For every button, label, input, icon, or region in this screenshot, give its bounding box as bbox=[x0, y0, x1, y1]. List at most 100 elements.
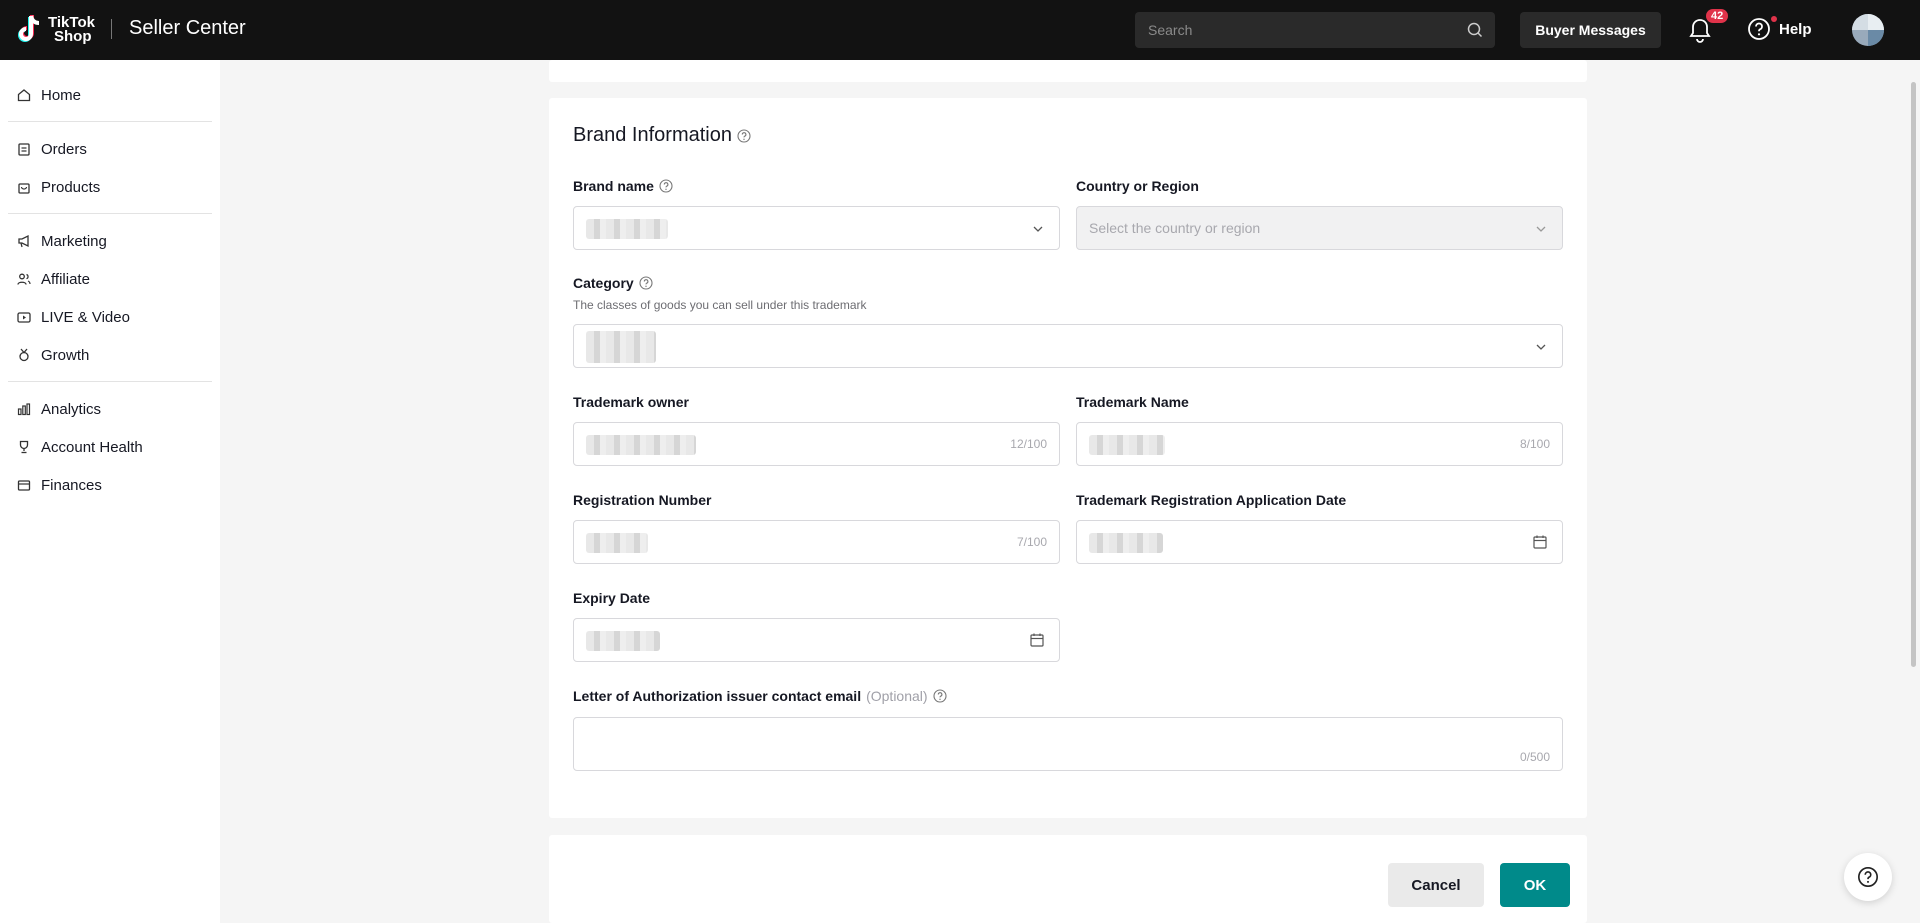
ok-button[interactable]: OK bbox=[1500, 863, 1570, 907]
optional-tag: (Optional) bbox=[866, 688, 928, 704]
help-circle-icon bbox=[1858, 867, 1878, 887]
email-textarea[interactable]: 0/500 bbox=[573, 717, 1563, 771]
sidebar-item-live-video[interactable]: LIVE & Video bbox=[0, 298, 220, 336]
registration-number-input[interactable]: 7/100 bbox=[573, 520, 1060, 564]
redacted-value bbox=[1089, 435, 1165, 455]
char-counter: 8/100 bbox=[1519, 437, 1550, 451]
brand-name-label: Brand name bbox=[573, 178, 673, 194]
country-select[interactable]: Select the country or region bbox=[1076, 206, 1563, 250]
char-counter: 7/100 bbox=[1016, 535, 1047, 549]
question-icon[interactable] bbox=[933, 689, 947, 703]
medal-icon bbox=[19, 348, 29, 362]
sidebar-item-orders[interactable]: Orders bbox=[0, 130, 220, 168]
sidebar-item-label: Growth bbox=[41, 346, 90, 364]
char-counter: 0/500 bbox=[1519, 750, 1550, 764]
email-label: Letter of Authorization issuer contact e… bbox=[573, 688, 947, 704]
redacted-value bbox=[586, 219, 668, 239]
previous-section-card bbox=[549, 60, 1587, 82]
clipboard-icon bbox=[18, 143, 30, 156]
trademark-owner-label: Trademark owner bbox=[573, 394, 689, 410]
megaphone-icon bbox=[18, 234, 29, 248]
logo-line-2: Shop bbox=[54, 28, 92, 45]
sidebar-divider bbox=[8, 213, 212, 214]
search-box[interactable] bbox=[1135, 12, 1495, 48]
sidebar-item-label: Marketing bbox=[41, 232, 107, 250]
help-circle-icon bbox=[1748, 18, 1770, 40]
brand-name-label-text: Brand name bbox=[573, 178, 654, 194]
question-icon[interactable] bbox=[639, 276, 653, 290]
sidebar-divider bbox=[8, 381, 212, 382]
help-label: Help bbox=[1779, 20, 1812, 38]
sidebar-item-label: Account Health bbox=[41, 438, 143, 456]
bag-icon bbox=[18, 183, 30, 194]
brand-information-card: Brand Information Brand name Country or … bbox=[549, 98, 1587, 818]
expiry-date-label: Expiry Date bbox=[573, 590, 651, 606]
sidebar-item-label: Finances bbox=[41, 476, 102, 494]
scrollbar[interactable] bbox=[1911, 82, 1916, 667]
email-label-text: Letter of Authorization issuer contact e… bbox=[573, 688, 862, 704]
redacted-value bbox=[586, 533, 648, 553]
country-label: Country or Region bbox=[1076, 178, 1199, 194]
sidebar-item-growth[interactable]: Growth bbox=[0, 336, 220, 374]
country-placeholder: Select the country or region bbox=[1089, 220, 1261, 236]
expiry-date-picker[interactable] bbox=[573, 618, 1060, 662]
category-label-text: Category bbox=[573, 275, 634, 291]
tiktok-logo-icon bbox=[18, 15, 40, 42]
application-date-picker[interactable] bbox=[1076, 520, 1563, 564]
category-tag bbox=[586, 331, 656, 363]
sidebar: Home Orders Products Marketing Affiliate… bbox=[0, 60, 220, 923]
redacted-value bbox=[1089, 533, 1163, 553]
category-hint: The classes of goods you can sell under … bbox=[573, 298, 867, 312]
search-icon[interactable] bbox=[1467, 22, 1483, 38]
users-icon bbox=[17, 273, 31, 285]
trophy-icon bbox=[19, 440, 29, 454]
tiktok-shop-logo[interactable]: TikTok Shop bbox=[14, 13, 102, 47]
application-date-label: Trademark Registration Application Date bbox=[1076, 492, 1347, 508]
floating-help-button[interactable] bbox=[1844, 853, 1892, 901]
sidebar-item-label: Analytics bbox=[41, 400, 102, 418]
trademark-name-input[interactable]: 8/100 bbox=[1076, 422, 1563, 466]
cancel-button[interactable]: Cancel bbox=[1388, 863, 1484, 907]
registration-number-label: Registration Number bbox=[573, 492, 712, 508]
category-label: Category bbox=[573, 275, 653, 291]
app-title: Seller Center bbox=[129, 17, 246, 39]
redacted-value bbox=[586, 435, 696, 455]
buyer-messages-button[interactable]: Buyer Messages bbox=[1520, 12, 1661, 48]
char-counter: 12/100 bbox=[1010, 437, 1047, 451]
sidebar-item-label: Affiliate bbox=[41, 270, 90, 288]
avatar[interactable] bbox=[1852, 14, 1884, 46]
trademark-name-label: Trademark Name bbox=[1076, 394, 1189, 410]
sidebar-item-account-health[interactable]: Account Health bbox=[0, 428, 220, 466]
sidebar-item-analytics[interactable]: Analytics bbox=[0, 390, 220, 428]
sidebar-item-finances[interactable]: Finances bbox=[0, 466, 220, 504]
trademark-owner-input[interactable]: 12/100 bbox=[573, 422, 1060, 466]
section-title: Brand Information bbox=[573, 124, 751, 147]
chart-icon bbox=[17, 403, 31, 416]
chevron-down-icon bbox=[1536, 226, 1546, 232]
sidebar-divider bbox=[8, 121, 212, 122]
video-icon bbox=[17, 312, 31, 323]
sidebar-item-label: Products bbox=[41, 178, 101, 196]
chevron-down-icon bbox=[1033, 226, 1043, 232]
question-icon[interactable] bbox=[659, 179, 673, 193]
calendar-icon[interactable] bbox=[1029, 632, 1045, 648]
help-notification-dot bbox=[1771, 16, 1777, 22]
brand-name-select[interactable] bbox=[573, 206, 1060, 250]
sidebar-item-affiliate[interactable]: Affiliate bbox=[0, 260, 220, 298]
home-icon bbox=[17, 89, 31, 102]
wallet-icon bbox=[17, 480, 31, 491]
category-select[interactable] bbox=[573, 324, 1563, 368]
sidebar-item-label: Orders bbox=[41, 140, 87, 158]
sidebar-item-label: Home bbox=[41, 86, 82, 104]
help-button[interactable]: Help bbox=[1747, 17, 1812, 41]
redacted-value bbox=[586, 631, 660, 651]
action-bar: Cancel OK bbox=[549, 835, 1587, 923]
calendar-icon[interactable] bbox=[1532, 534, 1548, 550]
sidebar-item-marketing[interactable]: Marketing bbox=[0, 222, 220, 260]
search-input[interactable] bbox=[1135, 12, 1495, 48]
chevron-down-icon bbox=[1536, 344, 1546, 350]
sidebar-item-home[interactable]: Home bbox=[0, 76, 220, 114]
sidebar-item-label: LIVE & Video bbox=[41, 308, 130, 326]
question-icon[interactable] bbox=[737, 128, 751, 143]
sidebar-item-products[interactable]: Products bbox=[0, 168, 220, 206]
